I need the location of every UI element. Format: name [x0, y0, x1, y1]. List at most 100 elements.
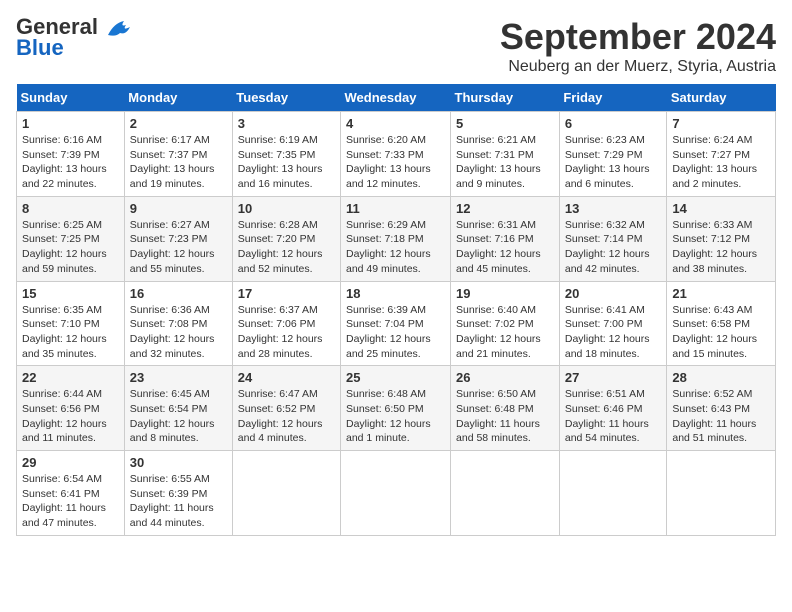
day-info: Sunrise: 6:51 AM Sunset: 6:46 PM Dayligh… — [565, 387, 662, 446]
day-info: Sunrise: 6:31 AM Sunset: 7:16 PM Dayligh… — [456, 218, 554, 277]
day-number: 15 — [22, 286, 119, 301]
day-number: 19 — [456, 286, 554, 301]
day-info: Sunrise: 6:23 AM Sunset: 7:29 PM Dayligh… — [565, 133, 662, 192]
calendar-cell: 21 Sunrise: 6:43 AM Sunset: 6:58 PM Dayli… — [667, 281, 776, 366]
day-info: Sunrise: 6:19 AM Sunset: 7:35 PM Dayligh… — [238, 133, 335, 192]
calendar-cell: 17 Sunrise: 6:37 AM Sunset: 7:06 PM Dayli… — [232, 281, 340, 366]
day-number: 9 — [130, 201, 227, 216]
calendar-cell: 24Sunrise: 6:47 AM Sunset: 6:52 PM Dayli… — [232, 366, 340, 451]
day-number: 30 — [130, 455, 227, 470]
day-number: 10 — [238, 201, 335, 216]
calendar-cell: 5 Sunrise: 6:21 AM Sunset: 7:31 PM Daylig… — [451, 112, 560, 197]
day-number: 13 — [565, 201, 662, 216]
day-info: Sunrise: 6:40 AM Sunset: 7:02 PM Dayligh… — [456, 303, 554, 362]
day-number: 8 — [22, 201, 119, 216]
calendar-cell: 4 Sunrise: 6:20 AM Sunset: 7:33 PM Daylig… — [341, 112, 451, 197]
calendar-cell: 15 Sunrise: 6:35 AM Sunset: 7:10 PM Dayli… — [17, 281, 125, 366]
day-info: Sunrise: 6:54 AM Sunset: 6:41 PM Dayligh… — [22, 472, 119, 531]
calendar-cell — [559, 451, 667, 536]
day-info: Sunrise: 6:16 AM Sunset: 7:39 PM Dayligh… — [22, 133, 119, 192]
col-header-friday: Friday — [559, 84, 667, 112]
col-header-saturday: Saturday — [667, 84, 776, 112]
calendar-cell: 11 Sunrise: 6:29 AM Sunset: 7:18 PM Dayli… — [341, 196, 451, 281]
calendar-cell: 14 Sunrise: 6:33 AM Sunset: 7:12 PM Dayli… — [667, 196, 776, 281]
day-number: 24 — [238, 370, 335, 385]
day-info: Sunrise: 6:24 AM Sunset: 7:27 PM Dayligh… — [672, 133, 770, 192]
day-number: 28 — [672, 370, 770, 385]
calendar-cell: 2 Sunrise: 6:17 AM Sunset: 7:37 PM Daylig… — [124, 112, 232, 197]
calendar-cell — [232, 451, 340, 536]
day-info: Sunrise: 6:55 AM Sunset: 6:39 PM Dayligh… — [130, 472, 227, 531]
day-info: Sunrise: 6:45 AM Sunset: 6:54 PM Dayligh… — [130, 387, 227, 446]
day-info: Sunrise: 6:29 AM Sunset: 7:18 PM Dayligh… — [346, 218, 445, 277]
logo: General Blue — [16, 16, 136, 61]
calendar-cell: 30 Sunrise: 6:55 AM Sunset: 6:39 PM Dayli… — [124, 451, 232, 536]
calendar-cell: 16 Sunrise: 6:36 AM Sunset: 7:08 PM Dayli… — [124, 281, 232, 366]
day-number: 6 — [565, 116, 662, 131]
day-info: Sunrise: 6:44 AM Sunset: 6:56 PM Dayligh… — [22, 387, 119, 446]
calendar-cell: 22 Sunrise: 6:44 AM Sunset: 6:56 PM Dayli… — [17, 366, 125, 451]
calendar-cell — [341, 451, 451, 536]
calendar-cell: 13 Sunrise: 6:32 AM Sunset: 7:14 PM Dayli… — [559, 196, 667, 281]
calendar-cell: 27 Sunrise: 6:51 AM Sunset: 6:46 PM Dayli… — [559, 366, 667, 451]
day-number: 7 — [672, 116, 770, 131]
day-info: Sunrise: 6:32 AM Sunset: 7:14 PM Dayligh… — [565, 218, 662, 277]
day-info: Sunrise: 6:20 AM Sunset: 7:33 PM Dayligh… — [346, 133, 445, 192]
day-info: Sunrise: 6:39 AM Sunset: 7:04 PM Dayligh… — [346, 303, 445, 362]
calendar-cell: 18Sunrise: 6:39 AM Sunset: 7:04 PM Dayli… — [341, 281, 451, 366]
month-title: September 2024 — [500, 16, 776, 58]
title-block: September 2024 Neuberg an der Muerz, Sty… — [500, 16, 776, 76]
col-header-monday: Monday — [124, 84, 232, 112]
col-header-thursday: Thursday — [451, 84, 560, 112]
calendar-cell — [667, 451, 776, 536]
day-number: 2 — [130, 116, 227, 131]
calendar-cell: 10 Sunrise: 6:28 AM Sunset: 7:20 PM Dayli… — [232, 196, 340, 281]
calendar-cell — [451, 451, 560, 536]
day-info: Sunrise: 6:52 AM Sunset: 6:43 PM Dayligh… — [672, 387, 770, 446]
day-number: 16 — [130, 286, 227, 301]
day-info: Sunrise: 6:41 AM Sunset: 7:00 PM Dayligh… — [565, 303, 662, 362]
day-number: 11 — [346, 201, 445, 216]
location-title: Neuberg an der Muerz, Styria, Austria — [500, 58, 776, 76]
day-info: Sunrise: 6:50 AM Sunset: 6:48 PM Dayligh… — [456, 387, 554, 446]
day-number: 29 — [22, 455, 119, 470]
col-header-tuesday: Tuesday — [232, 84, 340, 112]
day-info: Sunrise: 6:37 AM Sunset: 7:06 PM Dayligh… — [238, 303, 335, 362]
day-info: Sunrise: 6:28 AM Sunset: 7:20 PM Dayligh… — [238, 218, 335, 277]
day-number: 12 — [456, 201, 554, 216]
calendar-cell: 25 Sunrise: 6:48 AM Sunset: 6:50 PM Dayli… — [341, 366, 451, 451]
day-number: 1 — [22, 116, 119, 131]
calendar-cell: 28 Sunrise: 6:52 AM Sunset: 6:43 PM Dayli… — [667, 366, 776, 451]
day-info: Sunrise: 6:17 AM Sunset: 7:37 PM Dayligh… — [130, 133, 227, 192]
day-info: Sunrise: 6:33 AM Sunset: 7:12 PM Dayligh… — [672, 218, 770, 277]
day-number: 5 — [456, 116, 554, 131]
day-number: 20 — [565, 286, 662, 301]
logo-blue: Blue — [16, 35, 64, 61]
day-number: 21 — [672, 286, 770, 301]
day-number: 26 — [456, 370, 554, 385]
calendar-cell: 8 Sunrise: 6:25 AM Sunset: 7:25 PM Daylig… — [17, 196, 125, 281]
calendar-cell: 29 Sunrise: 6:54 AM Sunset: 6:41 PM Dayli… — [17, 451, 125, 536]
day-info: Sunrise: 6:43 AM Sunset: 6:58 PM Dayligh… — [672, 303, 770, 362]
day-number: 27 — [565, 370, 662, 385]
col-header-wednesday: Wednesday — [341, 84, 451, 112]
col-header-sunday: Sunday — [17, 84, 125, 112]
day-number: 22 — [22, 370, 119, 385]
day-number: 14 — [672, 201, 770, 216]
day-info: Sunrise: 6:27 AM Sunset: 7:23 PM Dayligh… — [130, 218, 227, 277]
day-info: Sunrise: 6:21 AM Sunset: 7:31 PM Dayligh… — [456, 133, 554, 192]
calendar-cell: 20 Sunrise: 6:41 AM Sunset: 7:00 PM Dayli… — [559, 281, 667, 366]
calendar-cell: 7 Sunrise: 6:24 AM Sunset: 7:27 PM Daylig… — [667, 112, 776, 197]
day-number: 4 — [346, 116, 445, 131]
calendar-cell: 26 Sunrise: 6:50 AM Sunset: 6:48 PM Dayli… — [451, 366, 560, 451]
day-number: 17 — [238, 286, 335, 301]
calendar-cell: 23Sunrise: 6:45 AM Sunset: 6:54 PM Dayli… — [124, 366, 232, 451]
day-info: Sunrise: 6:36 AM Sunset: 7:08 PM Dayligh… — [130, 303, 227, 362]
calendar-cell: 9 Sunrise: 6:27 AM Sunset: 7:23 PM Daylig… — [124, 196, 232, 281]
calendar-cell: 12 Sunrise: 6:31 AM Sunset: 7:16 PM Dayli… — [451, 196, 560, 281]
day-info: Sunrise: 6:35 AM Sunset: 7:10 PM Dayligh… — [22, 303, 119, 362]
day-info: Sunrise: 6:25 AM Sunset: 7:25 PM Dayligh… — [22, 218, 119, 277]
day-number: 25 — [346, 370, 445, 385]
logo-bird-icon — [106, 17, 136, 39]
day-info: Sunrise: 6:48 AM Sunset: 6:50 PM Dayligh… — [346, 387, 445, 446]
